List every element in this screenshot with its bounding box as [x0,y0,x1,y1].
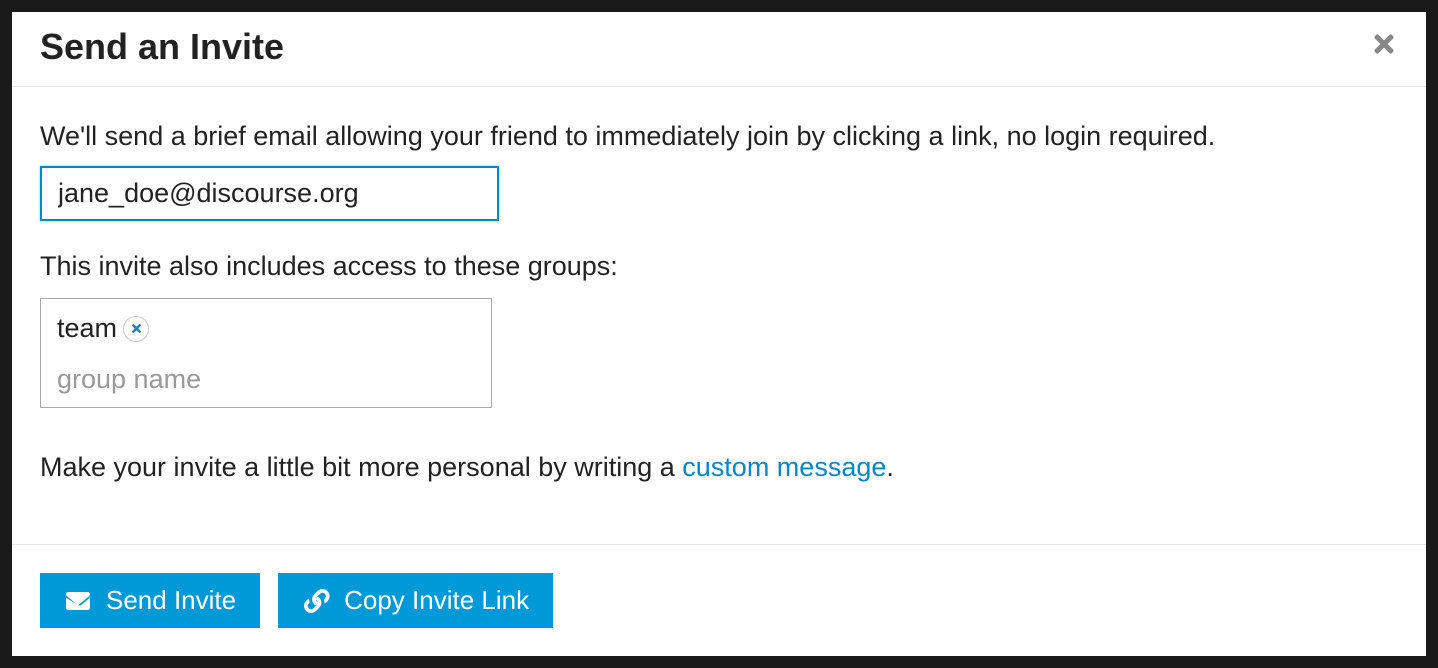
send-invite-button[interactable]: Send Invite [40,573,260,628]
email-input[interactable] [40,166,499,221]
remove-tag-icon[interactable] [123,316,149,342]
custom-message-prompt: Make your invite a little bit more perso… [40,452,1398,483]
modal-body: We'll send a brief email allowing your f… [12,87,1426,544]
link-icon [302,589,330,613]
modal-header: Send an Invite [12,12,1426,87]
group-tag: team [57,313,149,344]
custom-message-link[interactable]: custom message [682,452,886,482]
modal-title: Send an Invite [40,26,284,68]
copy-invite-link-label: Copy Invite Link [344,585,529,616]
envelope-icon [64,589,92,613]
send-invite-modal: Send an Invite We'll send a brief email … [12,12,1426,656]
groups-label: This invite also includes access to thes… [40,251,1398,282]
modal-footer: Send Invite Copy Invite Link [12,544,1426,656]
groups-select-box[interactable]: team [40,298,492,408]
custom-message-suffix: . [886,452,894,482]
group-tag-label: team [57,313,117,344]
send-invite-label: Send Invite [106,585,236,616]
custom-message-prefix: Make your invite a little bit more perso… [40,452,682,482]
close-icon[interactable] [1370,30,1398,64]
invite-description: We'll send a brief email allowing your f… [40,121,1398,152]
copy-invite-link-button[interactable]: Copy Invite Link [278,573,553,628]
group-name-input[interactable] [57,364,475,395]
